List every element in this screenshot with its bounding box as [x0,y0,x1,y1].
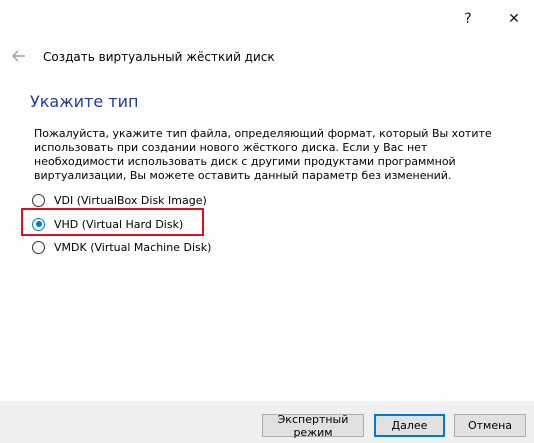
radio-option-vdi[interactable]: VDI (VirtualBox Disk Image) [32,191,207,209]
help-button[interactable]: ? [453,6,483,32]
radio-button[interactable] [32,217,45,231]
radio-option-vmdk[interactable]: VMDK (Virtual Machine Disk) [32,238,211,256]
radio-label: VDI (VirtualBox Disk Image) [54,193,207,207]
radio-option-vhd[interactable]: VHD (Virtual Hard Disk) [32,215,183,233]
radio-button[interactable] [32,193,45,207]
description-text: Пожалуйста, укажите тип файла, определяю… [34,127,492,182]
close-button[interactable]: ✕ [499,6,529,32]
radio-button[interactable] [32,240,45,254]
arrow-left-icon [12,50,25,62]
page-heading: Укажите тип [30,92,139,111]
radio-label: VMDK (Virtual Machine Disk) [54,240,212,254]
expert-mode-button[interactable]: Экспертный режим [262,413,364,439]
wizard-title: Создать виртуальный жёсткий диск [43,50,275,64]
radio-label: VHD (Virtual Hard Disk) [54,217,184,231]
next-button[interactable]: Далее [374,414,445,437]
cancel-button[interactable]: Отмена [454,414,526,437]
back-button[interactable] [8,46,30,66]
